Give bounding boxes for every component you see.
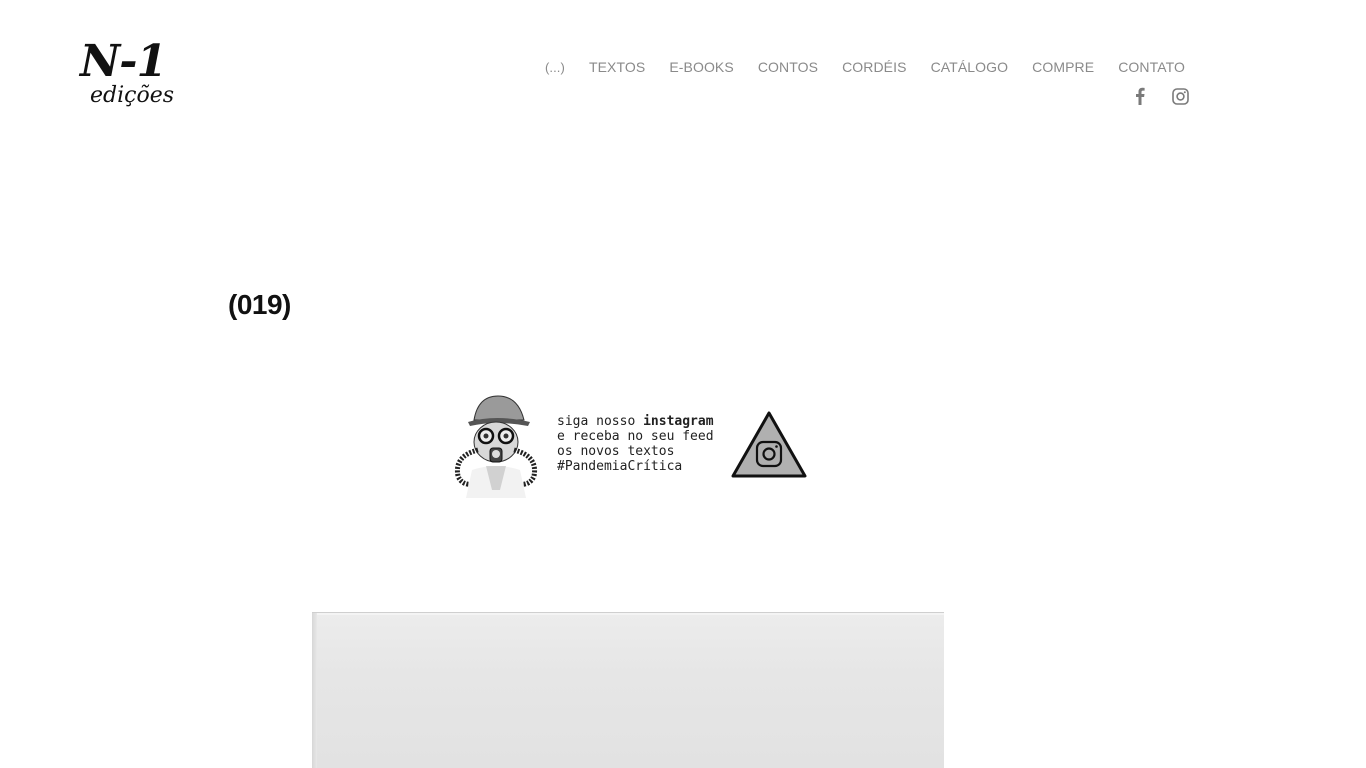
main-nav: (...) TEXTOS E-BOOKS CONTOS CORDÉIS CATÁ… <box>545 59 1185 75</box>
nav-item-textos[interactable]: TEXTOS <box>589 59 645 75</box>
instagram-banner[interactable]: siga nosso instagram e receba no seu fee… <box>448 390 810 500</box>
logo-wordmark-top: N-1 <box>80 36 167 87</box>
logo[interactable]: N-1 edições <box>80 40 176 120</box>
nav-item-ebooks[interactable]: E-BOOKS <box>669 59 734 75</box>
gas-mask-figure-icon <box>454 395 538 498</box>
banner-line4: #PandemiaCrítica <box>557 459 683 474</box>
banner-text: siga nosso instagram e receba no seu fee… <box>557 414 714 474</box>
banner-line1-prefix: siga nosso <box>557 414 644 429</box>
nav-item-ellipsis[interactable]: (...) <box>545 60 565 75</box>
facebook-icon[interactable] <box>1131 86 1149 106</box>
post-title: (019) <box>228 289 291 320</box>
page: N-1 edições (...) TEXTOS E-BOOKS CONTOS … <box>0 0 1366 768</box>
banner-line3: os novos textos <box>557 444 675 459</box>
instagram-icon[interactable] <box>1171 86 1189 106</box>
nav-item-compre[interactable]: COMPRE <box>1032 59 1094 75</box>
nav-item-contos[interactable]: CONTOS <box>758 59 818 75</box>
social-links <box>1131 86 1189 106</box>
nav-item-catalogo[interactable]: CATÁLOGO <box>931 59 1009 75</box>
nav-item-contato[interactable]: CONTATO <box>1118 59 1185 75</box>
nav-item-cordeis[interactable]: CORDÉIS <box>842 59 907 75</box>
banner-line1-bold: instagram <box>643 414 714 429</box>
paper-image <box>312 612 944 768</box>
logo-wordmark-bottom: edições <box>90 83 175 108</box>
banner-line2: e receba no seu feed <box>557 429 714 444</box>
instagram-triangle-icon <box>731 411 807 478</box>
